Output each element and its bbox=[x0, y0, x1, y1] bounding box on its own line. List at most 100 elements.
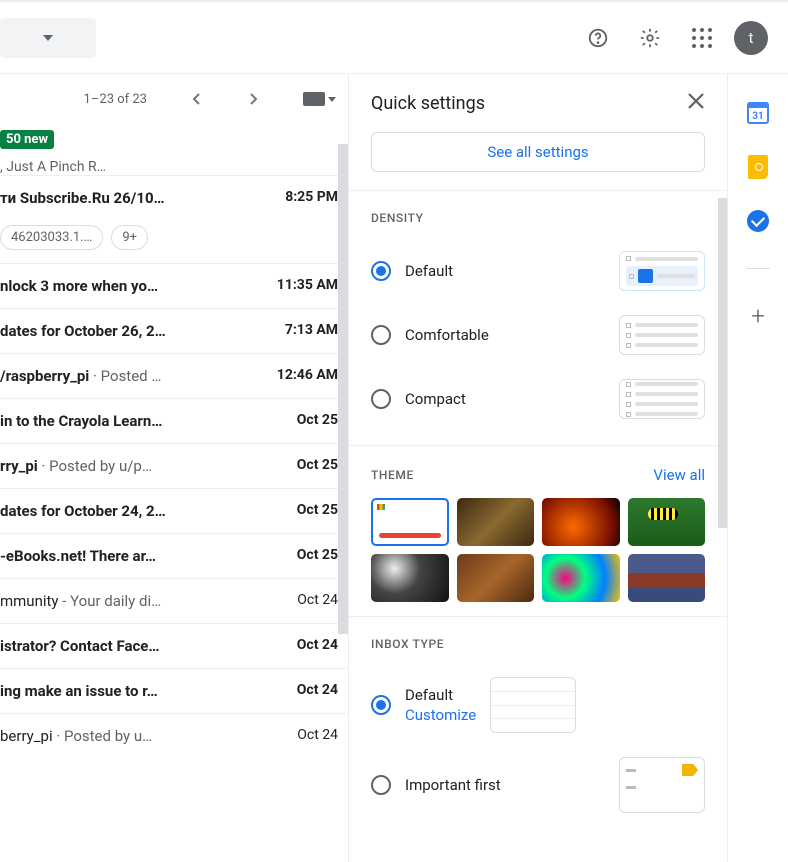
radio-icon bbox=[371, 775, 391, 795]
density-preview-default bbox=[619, 251, 705, 291]
density-comfortable-option[interactable]: Comfortable bbox=[371, 303, 705, 367]
mail-subject: dates for October 24, 2… bbox=[0, 502, 287, 520]
mail-row[interactable]: rry_pi · Posted by u/p…Oct 25 bbox=[0, 443, 348, 488]
mail-subject: in to the Crayola Learn… bbox=[0, 412, 287, 430]
next-page-button[interactable] bbox=[237, 83, 269, 115]
mail-list: ти Subscribe.Ru 26/10…8:25 PM 46203033.1.… bbox=[0, 175, 348, 758]
inbox-important-option[interactable]: Important first bbox=[371, 745, 705, 825]
tasks-icon bbox=[747, 210, 769, 232]
mail-row[interactable]: mmunity - Your daily di… Oct 24 bbox=[0, 578, 348, 623]
help-icon bbox=[587, 27, 609, 49]
mail-subject: ти Subscribe.Ru 26/10… bbox=[0, 189, 285, 207]
radio-icon bbox=[371, 695, 391, 715]
scrollbar[interactable] bbox=[718, 198, 727, 528]
mail-time: 7:13 AM bbox=[285, 322, 338, 338]
get-addons-button[interactable]: + bbox=[747, 305, 769, 327]
pager-text: 1–23 of 23 bbox=[84, 92, 147, 107]
important-marker-icon bbox=[682, 764, 698, 776]
settings-title: Quick settings bbox=[371, 93, 485, 114]
inbox-option-label: Default bbox=[405, 686, 476, 704]
theme-tile-2[interactable] bbox=[542, 498, 620, 546]
density-preview-compact bbox=[619, 379, 705, 419]
input-tools-button[interactable] bbox=[303, 92, 336, 106]
scrollbar[interactable] bbox=[338, 144, 348, 634]
mail-time: Oct 24 bbox=[297, 727, 338, 743]
theme-tile-6[interactable] bbox=[542, 554, 620, 602]
prev-page-button[interactable] bbox=[181, 83, 213, 115]
mail-column: 1–23 of 23 50 new , Just A Pinch R… ти S… bbox=[0, 74, 349, 862]
search-options-dropdown[interactable] bbox=[0, 18, 96, 58]
mail-row[interactable]: berry_pi · Posted by u… Oct 24 bbox=[0, 713, 348, 758]
mail-row[interactable]: -eBooks.net! There ar…Oct 25 bbox=[0, 533, 348, 578]
header-bar: t bbox=[0, 0, 788, 74]
density-preview-comfortable bbox=[619, 315, 705, 355]
mail-subject: mmunity - Your daily di… bbox=[0, 592, 287, 610]
calendar-app-button[interactable]: 31 bbox=[747, 102, 769, 124]
mail-row[interactable]: dates for October 26, 2…7:13 AM bbox=[0, 308, 348, 353]
theme-tile-5[interactable] bbox=[457, 554, 535, 602]
gear-icon bbox=[639, 27, 661, 49]
mail-row[interactable]: ing make an issue to r… Oct 24 bbox=[0, 668, 348, 713]
theme-tile-7[interactable] bbox=[628, 554, 706, 602]
mail-time: Oct 25 bbox=[297, 502, 338, 518]
radio-icon bbox=[371, 261, 391, 281]
list-toolbar: 1–23 of 23 bbox=[0, 74, 348, 124]
quick-settings-panel: Quick settings See all settings DENSITY … bbox=[349, 74, 728, 862]
divider bbox=[746, 268, 770, 269]
mail-subject: /raspberry_pi · Posted … bbox=[0, 367, 267, 385]
account-avatar[interactable]: t bbox=[734, 21, 768, 55]
inbox-type-label: INBOX TYPE bbox=[371, 637, 444, 651]
mail-subject: nlock 3 more when yo… bbox=[0, 277, 267, 295]
mail-time: Oct 25 bbox=[297, 412, 338, 428]
density-default-option[interactable]: Default bbox=[371, 239, 705, 303]
see-all-settings-button[interactable]: See all settings bbox=[371, 132, 705, 172]
mail-subject: istrator? Contact Face… bbox=[0, 637, 287, 655]
inbox-option-label: Important first bbox=[405, 776, 605, 794]
chevron-down-icon bbox=[43, 35, 53, 41]
radio-icon bbox=[371, 325, 391, 345]
density-section: DENSITY Default Comfortable bbox=[349, 190, 727, 445]
theme-tile-default[interactable] bbox=[371, 498, 449, 546]
inbox-default-option[interactable]: Default Customize bbox=[371, 665, 705, 745]
plus-icon: + bbox=[751, 302, 765, 330]
new-badge: 50 new bbox=[0, 130, 54, 149]
mail-row[interactable]: in to the Crayola Learn… Oct 25 bbox=[0, 398, 348, 443]
mail-subject: berry_pi · Posted by u… bbox=[0, 727, 287, 745]
mail-subject: ing make an issue to r… bbox=[0, 682, 287, 700]
mail-time: 11:35 AM bbox=[277, 277, 338, 293]
inbox-preview-default bbox=[490, 677, 576, 733]
mail-time: 8:25 PM bbox=[285, 189, 338, 207]
mail-chip[interactable]: 46203033.1.… bbox=[0, 225, 103, 250]
support-button[interactable] bbox=[578, 18, 618, 58]
theme-view-all-link[interactable]: View all bbox=[653, 466, 705, 484]
density-option-label: Compact bbox=[405, 390, 605, 408]
mail-row[interactable]: dates for October 24, 2… Oct 25 bbox=[0, 488, 348, 533]
mail-row[interactable]: nlock 3 more when yo… 11:35 AM bbox=[0, 263, 348, 308]
apps-button[interactable] bbox=[682, 18, 722, 58]
theme-tile-1[interactable] bbox=[457, 498, 535, 546]
theme-tile-3[interactable] bbox=[628, 498, 706, 546]
density-compact-option[interactable]: Compact bbox=[371, 367, 705, 431]
close-button[interactable] bbox=[687, 92, 705, 114]
inbox-customize-link[interactable]: Customize bbox=[405, 706, 476, 724]
promo-row[interactable]: 50 new , Just A Pinch R… bbox=[0, 124, 348, 175]
mail-time: 12:46 AM bbox=[277, 367, 338, 383]
mail-time: Oct 24 bbox=[297, 592, 338, 608]
calendar-icon: 31 bbox=[747, 102, 769, 124]
theme-section: THEME View all bbox=[349, 445, 727, 616]
chevron-left-icon bbox=[191, 93, 203, 105]
theme-label: THEME bbox=[371, 468, 414, 482]
tasks-app-button[interactable] bbox=[747, 210, 769, 232]
keyboard-icon bbox=[303, 92, 325, 106]
mail-row[interactable]: /raspberry_pi · Posted … 12:46 AM bbox=[0, 353, 348, 398]
keep-app-button[interactable] bbox=[747, 156, 769, 178]
settings-button[interactable] bbox=[630, 18, 670, 58]
mail-row[interactable]: ти Subscribe.Ru 26/10…8:25 PM 46203033.1.… bbox=[0, 175, 348, 263]
mail-row[interactable]: istrator? Contact Face… Oct 24 bbox=[0, 623, 348, 668]
mail-chip[interactable]: 9+ bbox=[111, 225, 148, 250]
mail-time: Oct 24 bbox=[297, 637, 338, 653]
inbox-preview-important bbox=[619, 757, 705, 813]
theme-tile-4[interactable] bbox=[371, 554, 449, 602]
mail-time: Oct 25 bbox=[297, 457, 338, 473]
mail-time: Oct 24 bbox=[297, 682, 338, 698]
